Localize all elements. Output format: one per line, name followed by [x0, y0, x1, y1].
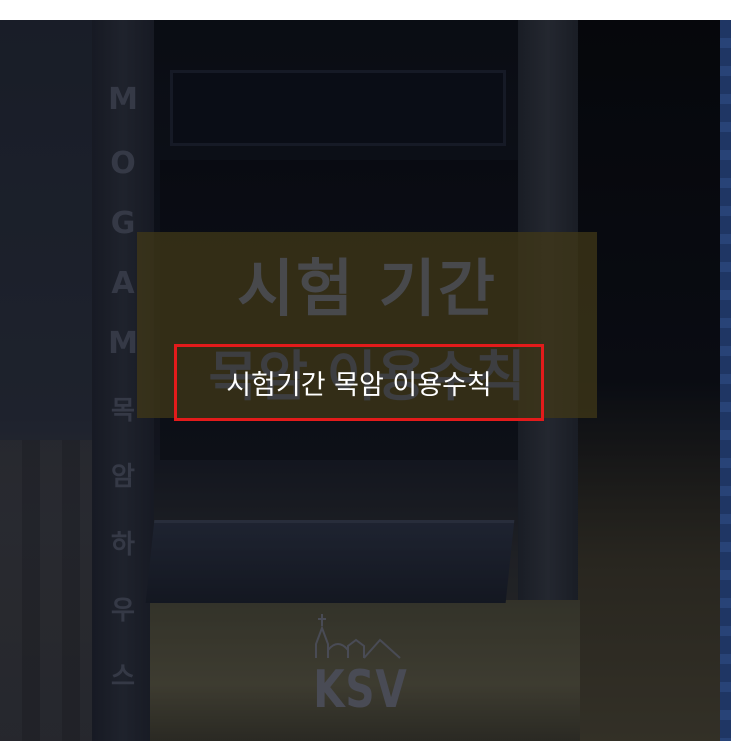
post-title[interactable]: 시험기간 목암 이용수칙: [226, 363, 492, 402]
hero-image: M O G A M 목 암 하 우 스 시험 기간 목암 이용수칙 KSV 시험…: [0, 20, 731, 741]
post-title-box[interactable]: 시험기간 목암 이용수칙: [174, 344, 544, 421]
